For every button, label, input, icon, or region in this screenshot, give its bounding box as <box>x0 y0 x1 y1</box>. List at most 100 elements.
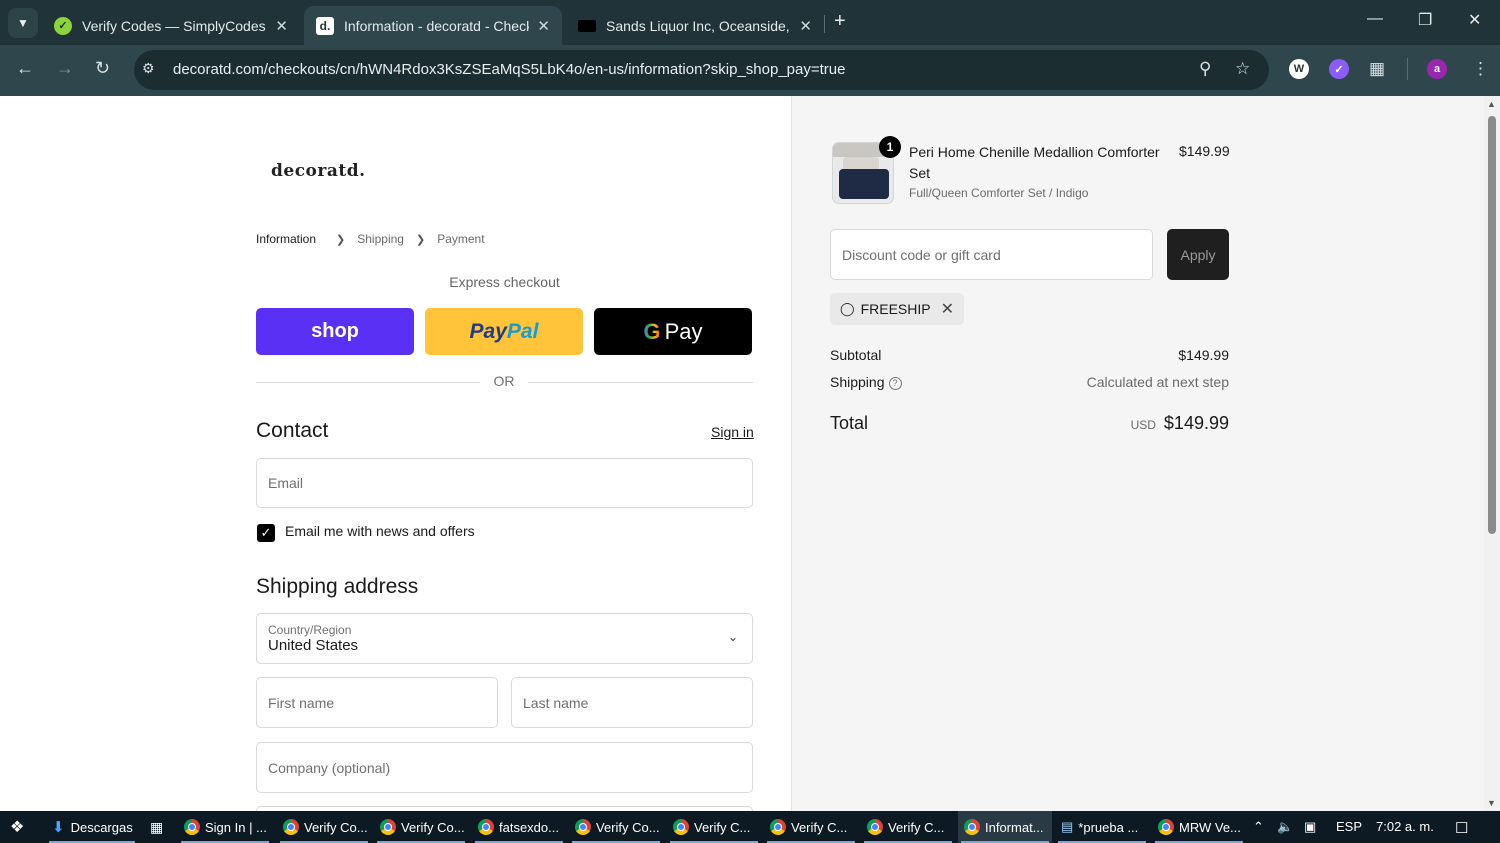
download-icon: ⬇ <box>52 819 65 836</box>
close-tab-icon[interactable]: ✕ <box>799 17 812 35</box>
minimize-icon[interactable]: — <box>1367 10 1383 28</box>
divider <box>256 382 480 383</box>
scrollbar-thumb[interactable] <box>1488 116 1496 534</box>
shop-pay-label: shop <box>311 320 359 342</box>
close-tab-icon[interactable]: ✕ <box>537 17 550 35</box>
scroll-up-icon[interactable]: ▲ <box>1487 99 1496 109</box>
chrome-icon <box>478 819 494 835</box>
network-icon[interactable]: ▣ <box>1304 819 1316 835</box>
simplycodes-icon: ✓ <box>54 16 72 35</box>
help-icon[interactable]: ? <box>888 376 902 390</box>
taskbar-item[interactable]: Sign In | ... <box>178 811 272 843</box>
breadcrumb-shipping: Shipping <box>357 232 404 246</box>
company-placeholder: Company (optional) <box>268 760 391 776</box>
page-scrollbar[interactable]: ▲ ▼ <box>1484 96 1500 811</box>
close-tab-icon[interactable]: ✕ <box>275 17 288 35</box>
bookmark-star-icon[interactable]: ☆ <box>1235 59 1250 79</box>
product-variant: Full/Queen Comforter Set / Indigo <box>909 186 1089 200</box>
taskbar-item-active[interactable]: Informat... <box>958 811 1052 843</box>
taskbar-descargas[interactable]: ⬇ Descargas <box>46 811 138 843</box>
taskbar-notepad[interactable]: ▤ *prueba ... <box>1055 811 1149 843</box>
shipping-address-heading: Shipping address <box>256 575 419 598</box>
toolbar-separator <box>1407 58 1408 80</box>
browser-menu-icon[interactable]: ⋮ <box>1472 59 1489 79</box>
back-icon[interactable]: ← <box>16 58 34 79</box>
language-indicator[interactable]: ESP <box>1336 819 1362 834</box>
taskbar-item[interactable]: fatsexdo... <box>472 811 566 843</box>
close-window-icon[interactable]: ✕ <box>1468 10 1481 30</box>
forward-icon[interactable]: → <box>56 58 74 79</box>
tray-chevron-up-icon[interactable]: ⌃ <box>1253 819 1264 835</box>
shipping-row: Shipping? Calculated at next step <box>830 374 1229 390</box>
zoom-icon[interactable]: ⚲ <box>1199 59 1211 79</box>
last-name-field[interactable]: Last name <box>511 677 753 728</box>
windows-icon: ❖ <box>10 819 25 836</box>
tab-decoratd-checkout[interactable]: d. Information - decoratd - Checkout ✕ <box>304 6 562 45</box>
chrome-icon <box>575 819 591 835</box>
notifications-icon[interactable]: ☐ <box>1455 819 1468 837</box>
remove-discount-icon[interactable]: ✕ <box>941 299 954 319</box>
discount-code-input[interactable]: Discount code or gift card <box>830 229 1153 280</box>
first-name-placeholder: First name <box>268 695 335 711</box>
subtotal-value: $149.99 <box>1178 347 1229 363</box>
email-placeholder: Email <box>268 475 304 491</box>
url-text[interactable]: decoratd.com/checkouts/cn/hWN4Rdox3KsZSE… <box>173 61 845 78</box>
google-pay-button[interactable]: G Pay <box>594 308 752 355</box>
volume-icon[interactable]: 🔈 <box>1277 819 1293 835</box>
taskbar-item[interactable]: Verify Co... <box>569 811 663 843</box>
tab-search-button[interactable]: ▼ <box>8 8 38 38</box>
store-logo[interactable]: decoratd. <box>271 161 366 181</box>
profile-avatar[interactable]: a <box>1427 59 1447 79</box>
reload-icon[interactable]: ↻ <box>95 58 110 79</box>
start-button[interactable]: ❖ <box>4 811 30 843</box>
news-offers-label[interactable]: Email me with news and offers <box>285 523 475 539</box>
sign-in-link[interactable]: Sign in <box>711 424 754 440</box>
tab-strip: ▼ ✓ Verify Codes — SimplyCodes ✕ d. Info… <box>0 0 1500 45</box>
tab-separator <box>824 15 825 33</box>
restore-icon[interactable]: ❐ <box>1418 10 1432 30</box>
shipping-value: Calculated at next step <box>1086 374 1229 390</box>
breadcrumb-payment: Payment <box>437 232 485 246</box>
country-select[interactable]: Country/Region United States ⌄ <box>256 613 753 664</box>
chrome-icon <box>1158 819 1174 835</box>
chevron-down-icon: ⌄ <box>727 630 738 644</box>
shop-pay-button[interactable]: shop <box>256 308 414 355</box>
windows-taskbar: ❖ ⬇ Descargas ▦ Sign In | ... Verify Co.… <box>0 811 1500 843</box>
extension-w-icon[interactable]: W <box>1289 59 1309 79</box>
extensions-puzzle-icon[interactable]: ▦ <box>1369 59 1385 79</box>
chrome-icon <box>867 819 883 835</box>
discount-code-label: FREESHIP <box>860 301 931 317</box>
chrome-icon <box>184 819 200 835</box>
country-label: Country/Region <box>268 623 352 637</box>
news-offers-checkbox[interactable]: ✓ <box>257 524 275 542</box>
first-name-field[interactable]: First name <box>256 677 498 728</box>
paypal-button[interactable]: PayPal <box>425 308 583 355</box>
taskbar-store[interactable]: ▦ <box>144 811 169 843</box>
taskbar-item[interactable]: Verify C... <box>861 811 955 843</box>
taskbar-item[interactable]: Verify Co... <box>277 811 371 843</box>
company-field[interactable]: Company (optional) <box>256 742 753 793</box>
tab-sands-liquor[interactable]: Sands Liquor Inc, Oceanside, NY ✕ <box>566 6 824 45</box>
taskbar-item[interactable]: Verify Co... <box>374 811 468 843</box>
chrome-icon <box>380 819 396 835</box>
clock[interactable]: 7:02 a. m. <box>1376 819 1434 834</box>
taskbar-item[interactable]: Verify C... <box>764 811 858 843</box>
checkout-main: decoratd. Information ❯ Shipping ❯ Payme… <box>0 96 791 811</box>
tab-simplycodes[interactable]: ✓ Verify Codes — SimplyCodes ✕ <box>42 6 300 45</box>
taskbar-item[interactable]: MRW Ve... <box>1152 811 1246 843</box>
chevron-right-icon: ❯ <box>415 233 426 246</box>
email-field[interactable]: Email <box>256 458 753 508</box>
total-row: Total USD $149.99 <box>830 413 1229 437</box>
last-name-placeholder: Last name <box>523 695 589 711</box>
chrome-icon <box>283 819 299 835</box>
new-tab-icon[interactable]: + <box>834 10 846 33</box>
extension-purple-icon[interactable]: ✓ <box>1329 59 1349 79</box>
paypal-logo: PayPal <box>469 319 539 343</box>
scroll-down-icon[interactable]: ▼ <box>1487 798 1496 808</box>
taskbar-item[interactable]: Verify C... <box>667 811 761 843</box>
sands-icon <box>578 19 596 32</box>
apply-discount-button[interactable]: Apply <box>1167 229 1229 280</box>
subtotal-row: Subtotal $149.99 <box>830 347 1229 363</box>
product-name: Peri Home Chenille Medallion Comforter S… <box>909 144 1160 181</box>
site-info-icon[interactable]: ⚙ <box>142 60 155 77</box>
